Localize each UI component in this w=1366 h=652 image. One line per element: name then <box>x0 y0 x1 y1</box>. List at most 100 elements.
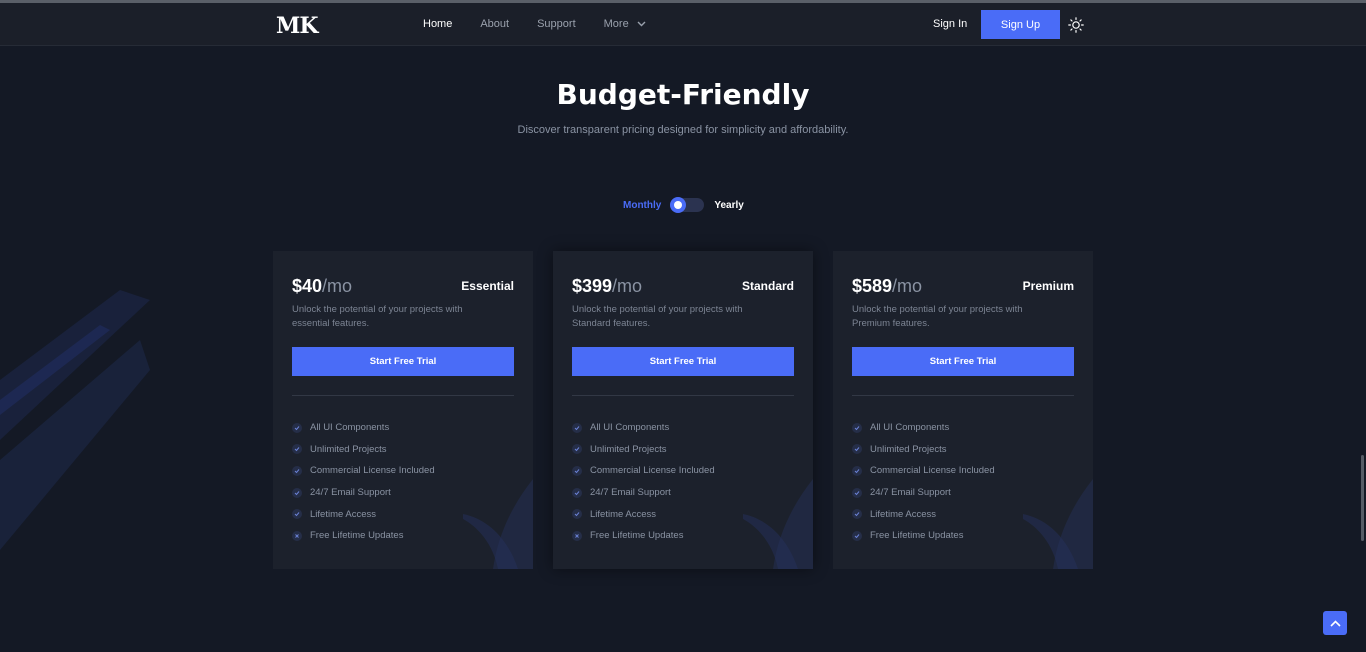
feature-item: Lifetime Access <box>572 503 715 525</box>
feature-label: Unlimited Projects <box>310 443 387 455</box>
feature-label: All UI Components <box>590 422 670 434</box>
nav-more-label: More <box>603 18 629 30</box>
background-decoration <box>0 290 150 550</box>
check-icon <box>852 509 862 520</box>
feature-item: Free Lifetime Updates <box>852 525 995 547</box>
start-trial-button[interactable]: Start Free Trial <box>292 347 514 376</box>
check-icon <box>572 422 582 433</box>
feature-label: Commercial License Included <box>870 465 995 477</box>
feature-label: Free Lifetime Updates <box>870 530 964 542</box>
scroll-to-top-button[interactable] <box>1323 611 1347 635</box>
plan-name: Essential <box>461 279 514 293</box>
sign-up-button[interactable]: Sign Up <box>981 10 1060 39</box>
check-icon <box>292 422 302 433</box>
sun-icon[interactable] <box>1068 17 1084 33</box>
plan-price: $40/mo <box>292 276 352 297</box>
plan-description: Unlock the potential of your projects wi… <box>292 304 463 329</box>
pricing-card-essential: $40/mo Essential Unlock the potential of… <box>273 251 533 569</box>
plan-name: Premium <box>1022 279 1074 293</box>
chevron-down-icon <box>637 21 646 27</box>
feature-item: Lifetime Access <box>292 503 435 525</box>
check-icon <box>852 444 862 455</box>
card-decoration <box>463 479 533 569</box>
nav-support[interactable]: Support <box>537 18 576 30</box>
nav-about[interactable]: About <box>480 18 509 30</box>
plan-name: Standard <box>741 279 794 293</box>
sign-in-link[interactable]: Sign In <box>933 18 967 30</box>
feature-label: Commercial License Included <box>590 465 715 477</box>
feature-item: Commercial License Included <box>572 460 715 482</box>
pricing-card-standard: $399/mo Standard Unlock the potential of… <box>553 251 813 569</box>
divider <box>292 395 514 396</box>
logo[interactable]: MK <box>276 13 318 39</box>
check-icon <box>572 444 582 455</box>
price-period: /mo <box>892 276 923 296</box>
feature-item: Free Lifetime Updates <box>572 525 715 547</box>
feature-item: 24/7 Email Support <box>292 482 435 504</box>
feature-item: 24/7 Email Support <box>852 482 995 504</box>
feature-item: Lifetime Access <box>852 503 995 525</box>
switch-knob <box>670 197 687 213</box>
billing-switch[interactable] <box>670 197 705 213</box>
check-icon <box>572 487 582 498</box>
card-decoration <box>743 479 813 569</box>
arrow-up-icon <box>1329 619 1341 627</box>
plan-price: $399/mo <box>572 276 642 297</box>
check-icon <box>292 465 302 476</box>
feature-label: 24/7 Email Support <box>870 487 951 499</box>
feature-label: Lifetime Access <box>870 508 936 520</box>
start-trial-button[interactable]: Start Free Trial <box>852 347 1074 376</box>
feature-item: All UI Components <box>292 417 435 439</box>
check-icon <box>852 487 862 498</box>
feature-label: Lifetime Access <box>310 508 376 520</box>
price-amount: $40 <box>292 276 323 296</box>
price-amount: $399 <box>572 276 613 296</box>
price-period: /mo <box>322 276 353 296</box>
check-icon <box>292 444 302 455</box>
feature-label: Unlimited Projects <box>870 443 947 455</box>
check-icon <box>852 422 862 433</box>
pricing-card-premium: $589/mo Premium Unlock the potential of … <box>833 251 1093 569</box>
check-icon <box>292 487 302 498</box>
feature-item: Commercial License Included <box>852 460 995 482</box>
check-icon <box>292 509 302 520</box>
feature-label: Free Lifetime Updates <box>590 530 684 542</box>
feature-label: Unlimited Projects <box>590 443 667 455</box>
divider <box>572 395 794 396</box>
plan-description: Unlock the potential of your projects wi… <box>572 304 743 329</box>
feature-list: All UI Components Unlimited Projects Com… <box>572 417 715 547</box>
card-decoration <box>1023 479 1093 569</box>
feature-label: Lifetime Access <box>590 508 656 520</box>
feature-label: 24/7 Email Support <box>590 487 671 499</box>
feature-item: Unlimited Projects <box>292 439 435 461</box>
check-icon <box>852 465 862 476</box>
plan-description: Unlock the potential of your projects wi… <box>852 304 1023 329</box>
nav-more[interactable]: More <box>604 18 646 30</box>
yearly-label[interactable]: Yearly <box>714 200 743 211</box>
price-amount: $589 <box>852 276 893 296</box>
divider <box>852 395 1074 396</box>
check-icon <box>852 530 862 541</box>
page-subtitle: Discover transparent pricing designed fo… <box>517 124 849 136</box>
price-period: /mo <box>612 276 643 296</box>
check-icon <box>572 509 582 520</box>
plan-price: $589/mo <box>852 276 922 297</box>
feature-list: All UI Components Unlimited Projects Com… <box>852 417 995 547</box>
page-title: Budget-Friendly <box>556 78 810 111</box>
feature-label: All UI Components <box>870 422 950 434</box>
feature-list: All UI Components Unlimited Projects Com… <box>292 417 435 547</box>
feature-label: 24/7 Email Support <box>310 487 391 499</box>
feature-item: Unlimited Projects <box>572 439 715 461</box>
check-icon <box>572 465 582 476</box>
x-icon <box>292 530 302 541</box>
main-nav: Home About Support More <box>423 18 674 30</box>
feature-label: All UI Components <box>310 422 390 434</box>
feature-item: Free Lifetime Updates <box>292 525 435 547</box>
feature-item: 24/7 Email Support <box>572 482 715 504</box>
feature-item: All UI Components <box>572 417 715 439</box>
feature-item: Unlimited Projects <box>852 439 995 461</box>
start-trial-button[interactable]: Start Free Trial <box>572 347 794 376</box>
scrollbar-thumb[interactable] <box>1361 455 1364 541</box>
nav-home[interactable]: Home <box>423 18 452 30</box>
monthly-label[interactable]: Monthly <box>623 200 661 211</box>
